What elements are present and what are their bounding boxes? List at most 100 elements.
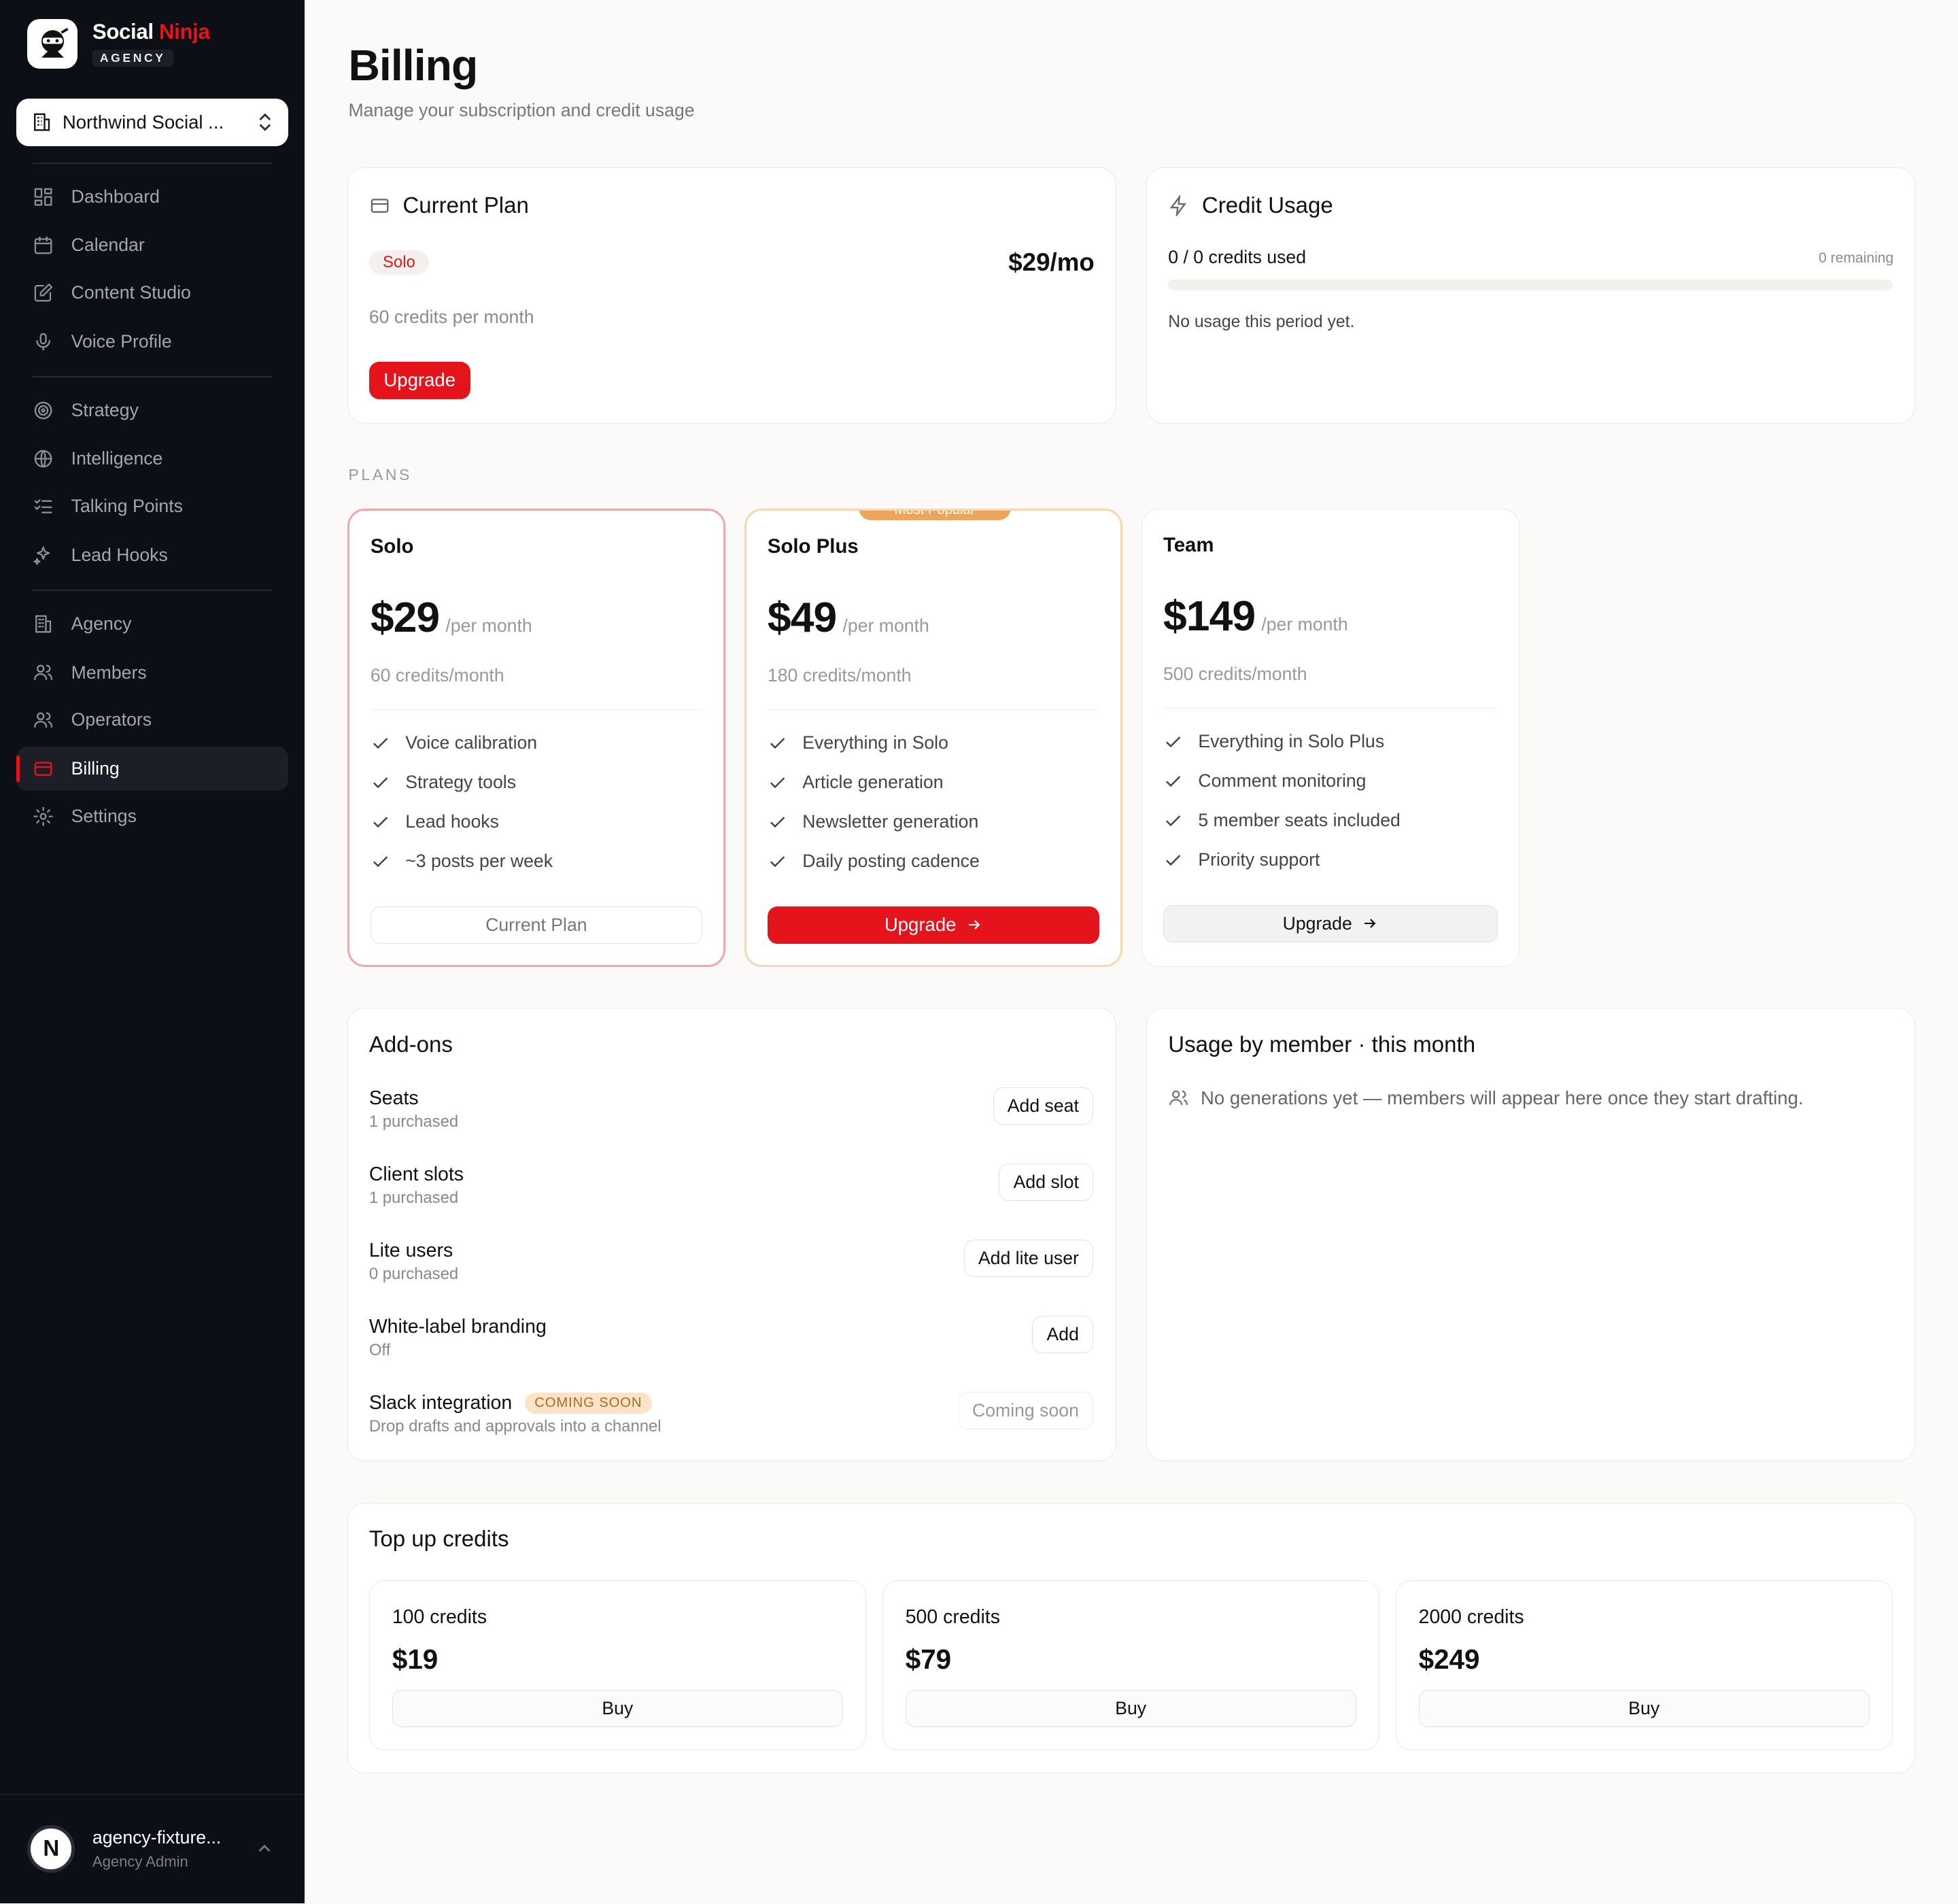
check-icon bbox=[770, 855, 785, 867]
buy-button[interactable]: Buy bbox=[1418, 1690, 1870, 1728]
sidebar-item-label: Billing bbox=[71, 758, 120, 779]
sidebar-item-operators[interactable]: Operators bbox=[16, 698, 288, 742]
sidebar-item-members[interactable]: Members bbox=[16, 651, 288, 694]
brand[interactable]: Social Ninja AGENCY bbox=[27, 18, 210, 69]
check-icon bbox=[373, 777, 388, 789]
buy-button[interactable]: Buy bbox=[905, 1690, 1356, 1728]
lightning-icon bbox=[1170, 195, 1187, 217]
workspace-switcher[interactable]: Northwind Social ... bbox=[16, 99, 289, 146]
current-plan-button: Current Plan bbox=[370, 906, 702, 944]
target-icon bbox=[34, 401, 52, 420]
sidebar-item-calendar[interactable]: Calendar bbox=[16, 224, 288, 267]
divider bbox=[1163, 707, 1498, 709]
sidebar-item-label: Operators bbox=[71, 709, 152, 730]
plan-credits: 180 credits/month bbox=[767, 665, 912, 686]
check-icon bbox=[770, 738, 785, 749]
addon-button[interactable]: Add seat bbox=[993, 1087, 1094, 1125]
topup-option: 500 credits $79 Buy bbox=[882, 1580, 1379, 1751]
edit-icon bbox=[34, 284, 52, 302]
addons-title: Add-ons bbox=[368, 1032, 453, 1058]
checklist-icon bbox=[34, 499, 52, 514]
usage-empty-state: No generations yet — members will appear… bbox=[1168, 1087, 1804, 1109]
plan-feature: Voice calibration bbox=[371, 732, 537, 753]
credits-remaining: 0 remaining bbox=[1818, 250, 1894, 267]
sidebar-item-label: Intelligence bbox=[71, 448, 163, 469]
topup-price: $19 bbox=[392, 1644, 439, 1676]
addon-row: Client slots 1 purchased Add slot bbox=[369, 1163, 1094, 1208]
addon-desc: Off bbox=[368, 1340, 391, 1359]
check-icon bbox=[770, 777, 785, 789]
plan-name: Team bbox=[1163, 534, 1214, 557]
plan-feature: Everything in Solo bbox=[768, 732, 948, 753]
plan-credits: 500 credits/month bbox=[1163, 664, 1307, 685]
current-plan-credits: 60 credits per month bbox=[368, 306, 534, 327]
sidebar-item-label: Lead Hooks bbox=[71, 544, 168, 565]
sidebar-item-label: Agency bbox=[71, 613, 132, 634]
plan-feature: Daily posting cadence bbox=[768, 851, 980, 872]
topup-card: Top up credits 100 credits $19 Buy 500 cred… bbox=[347, 1502, 1916, 1774]
topup-name: 2000 credits bbox=[1418, 1606, 1524, 1629]
upgrade-solo-plus-button[interactable]: Upgrade bbox=[767, 906, 1099, 944]
sidebar-item-content-studio[interactable]: Content Studio bbox=[16, 271, 288, 315]
users-icon bbox=[33, 665, 52, 681]
plan-card-solo-plus: Most Popular Solo Plus $49/per month 180 cr… bbox=[744, 508, 1123, 967]
current-plan-title: Current Plan bbox=[369, 193, 529, 219]
most-popular-ribbon: Most Popular bbox=[858, 510, 1012, 521]
user-menu[interactable]: N agency-fixture... Agency Admin bbox=[0, 1793, 305, 1904]
sidebar-item-voice-profile[interactable]: Voice Profile bbox=[16, 320, 288, 363]
sparkles-icon bbox=[33, 546, 50, 565]
page-title: Billing bbox=[348, 40, 478, 90]
sidebar-item-label: Voice Profile bbox=[71, 330, 172, 352]
sidebar-item-talking-points[interactable]: Talking Points bbox=[16, 485, 288, 528]
usage-by-member-card: Usage by member · this month No generati… bbox=[1146, 1008, 1916, 1461]
buy-button[interactable]: Buy bbox=[392, 1690, 843, 1728]
chevron-updown-icon bbox=[259, 113, 271, 132]
addon-button[interactable]: Add lite user bbox=[963, 1239, 1094, 1278]
sidebar-item-dashboard[interactable]: Dashboard bbox=[16, 175, 288, 218]
addon-button[interactable]: Add slot bbox=[999, 1163, 1094, 1202]
sidebar-item-agency[interactable]: Agency bbox=[16, 602, 288, 645]
plan-feature: Newsletter generation bbox=[768, 811, 978, 832]
check-icon bbox=[373, 855, 388, 867]
mic-icon bbox=[36, 333, 50, 351]
topup-price: $79 bbox=[905, 1644, 952, 1676]
page-subtitle: Manage your subscription and credit usag… bbox=[348, 99, 695, 120]
user-role: Agency Admin bbox=[92, 1852, 188, 1870]
addon-button: Coming soon bbox=[957, 1392, 1094, 1430]
plan-feature: 5 member seats included bbox=[1163, 810, 1401, 831]
addon-row: Lite users 0 purchased Add lite user bbox=[369, 1239, 1094, 1284]
arrow-right-icon bbox=[1364, 919, 1376, 929]
divider bbox=[32, 162, 273, 164]
topup-option: 2000 credits $249 Buy bbox=[1395, 1580, 1893, 1751]
sidebar-item-billing[interactable]: Billing bbox=[16, 747, 289, 791]
avatar: N bbox=[27, 1824, 75, 1873]
plan-card-solo: Solo $29/per month 60 credits/month Voice c… bbox=[347, 508, 726, 967]
divider bbox=[32, 375, 273, 377]
check-icon bbox=[373, 738, 388, 749]
credit-progress-bar bbox=[1168, 279, 1893, 291]
upgrade-team-button[interactable]: Upgrade bbox=[1163, 904, 1498, 942]
brand-name: Social Ninja bbox=[92, 20, 210, 44]
divider bbox=[370, 709, 702, 711]
topup-option: 100 credits $19 Buy bbox=[368, 1580, 866, 1751]
upgrade-button[interactable]: Upgrade bbox=[368, 361, 470, 399]
sidebar-item-label: Talking Points bbox=[71, 496, 183, 517]
credit-usage-empty: No usage this period yet. bbox=[1168, 313, 1355, 332]
addon-row: Slack integration COMING SOON Drop drafts … bbox=[369, 1392, 1094, 1436]
plan-feature: Priority support bbox=[1163, 849, 1320, 870]
sidebar-item-label: Dashboard bbox=[71, 186, 160, 207]
plan-feature: Everything in Solo Plus bbox=[1163, 731, 1384, 752]
sidebar-item-strategy[interactable]: Strategy bbox=[16, 388, 288, 432]
sidebar-item-settings[interactable]: Settings bbox=[16, 794, 288, 838]
sidebar: Social Ninja AGENCY Northwind Social ...… bbox=[0, 0, 305, 1904]
globe-icon bbox=[34, 450, 52, 468]
divider bbox=[767, 709, 1099, 711]
brand-sub: AGENCY bbox=[92, 50, 173, 67]
addon-button[interactable]: Add bbox=[1032, 1316, 1094, 1354]
addon-desc: 1 purchased bbox=[368, 1112, 459, 1131]
chevron-up-icon bbox=[258, 1845, 271, 1852]
sidebar-item-intelligence[interactable]: Intelligence bbox=[16, 437, 288, 481]
check-icon bbox=[1165, 854, 1181, 866]
calendar-icon bbox=[34, 237, 52, 254]
sidebar-item-lead-hooks[interactable]: Lead Hooks bbox=[16, 533, 288, 577]
